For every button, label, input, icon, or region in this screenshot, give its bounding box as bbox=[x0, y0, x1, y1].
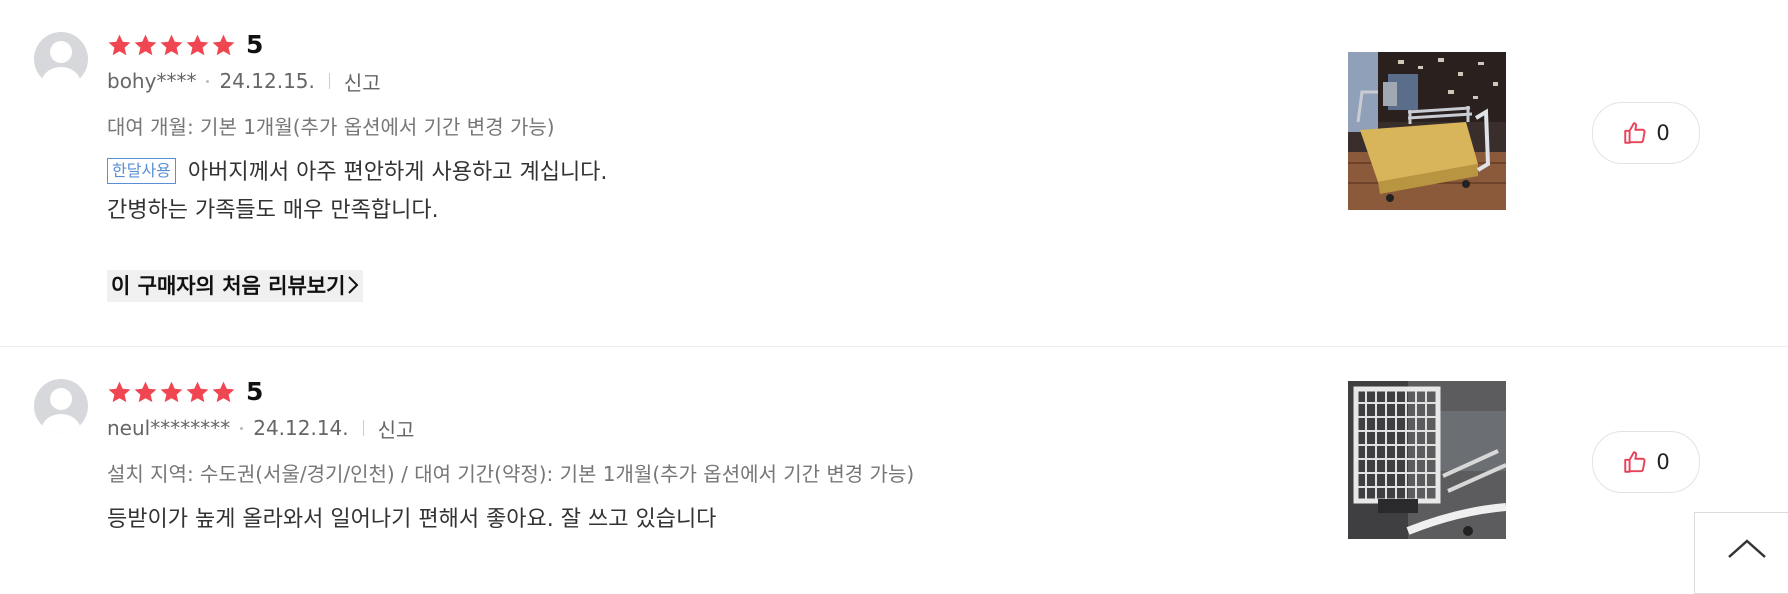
like-count: 0 bbox=[1656, 121, 1670, 145]
review-item: 5 bohy**** 24.12.15. 신고 대여 개월: 기본 1개월(추가… bbox=[0, 0, 1788, 347]
like-count: 0 bbox=[1656, 450, 1670, 474]
star-rating bbox=[107, 33, 236, 58]
review-photo[interactable] bbox=[1348, 52, 1506, 210]
hospital-bed-photo bbox=[1348, 381, 1506, 539]
rating-row: 5 bbox=[107, 28, 1207, 62]
report-link[interactable]: 신고 bbox=[344, 67, 381, 96]
avatar bbox=[34, 32, 88, 86]
separator-bar bbox=[328, 73, 330, 89]
star-icon bbox=[134, 381, 157, 402]
star-icon bbox=[186, 381, 209, 402]
reviewer-id: bohy**** bbox=[107, 69, 197, 93]
review-text-line: 등받이가 높게 올라와서 일어나기 편해서 좋아요. 잘 쓰고 있습니다 bbox=[107, 507, 717, 532]
like-button[interactable]: 0 bbox=[1592, 102, 1700, 164]
usage-tag: 한달사용 bbox=[107, 158, 176, 184]
review-content: 5 neul******** 24.12.14. 신고 설치 지역: 수도권(서… bbox=[107, 375, 1207, 539]
purchase-option: 대여 개월: 기본 1개월(추가 옵션에서 기간 변경 가능) bbox=[107, 115, 555, 139]
reviewer-id: neul******** bbox=[107, 416, 231, 440]
first-review-link[interactable]: 이 구매자의 처음 리뷰보기 bbox=[107, 270, 364, 302]
purchase-option: 설치 지역: 수도권(서울/경기/인천) / 대여 기간(약정): 기본 1개월… bbox=[107, 462, 915, 486]
thumbs-up-icon bbox=[1624, 122, 1646, 144]
separator-dot bbox=[240, 426, 244, 430]
rating-score: 5 bbox=[246, 30, 264, 59]
review-content: 5 bohy**** 24.12.15. 신고 대여 개월: 기본 1개월(추가… bbox=[107, 28, 1207, 302]
star-icon bbox=[108, 34, 131, 55]
separator-bar bbox=[362, 420, 364, 436]
hospital-bed-photo bbox=[1348, 52, 1506, 210]
star-rating bbox=[107, 380, 236, 405]
star-icon bbox=[212, 381, 235, 402]
thumbs-up-icon bbox=[1624, 451, 1646, 473]
review-meta: neul******** 24.12.14. 신고 bbox=[107, 413, 1207, 443]
star-icon bbox=[134, 34, 157, 55]
separator-dot bbox=[206, 79, 210, 83]
like-button[interactable]: 0 bbox=[1592, 431, 1700, 493]
chevron-right-icon bbox=[348, 276, 359, 294]
review-text-line: 간병하는 가족들도 매우 만족합니다. bbox=[107, 198, 439, 223]
rating-score: 5 bbox=[246, 377, 264, 406]
review-text: 등받이가 높게 올라와서 일어나기 편해서 좋아요. 잘 쓰고 있습니다 bbox=[107, 501, 1207, 539]
star-icon bbox=[108, 381, 131, 402]
review-text: 한달사용 아버지께서 아주 편안하게 사용하고 계십니다. 간병하는 가족들도 매… bbox=[107, 154, 1207, 230]
rating-row: 5 bbox=[107, 375, 1207, 409]
first-review-label: 이 구매자의 처음 리뷰보기 bbox=[111, 274, 346, 298]
star-icon bbox=[212, 34, 235, 55]
review-text-line: 아버지께서 아주 편안하게 사용하고 계십니다. bbox=[187, 160, 608, 185]
review-date: 24.12.15. bbox=[219, 69, 315, 93]
star-icon bbox=[160, 34, 183, 55]
avatar bbox=[34, 379, 88, 433]
review-photo[interactable] bbox=[1348, 381, 1506, 539]
star-icon bbox=[186, 34, 209, 55]
review-meta: bohy**** 24.12.15. 신고 bbox=[107, 66, 1207, 96]
chevron-up-icon bbox=[1728, 539, 1766, 558]
star-icon bbox=[160, 381, 183, 402]
report-link[interactable]: 신고 bbox=[378, 414, 415, 443]
review-date: 24.12.14. bbox=[253, 416, 349, 440]
review-item: 5 neul******** 24.12.14. 신고 설치 지역: 수도권(서… bbox=[0, 347, 1788, 582]
